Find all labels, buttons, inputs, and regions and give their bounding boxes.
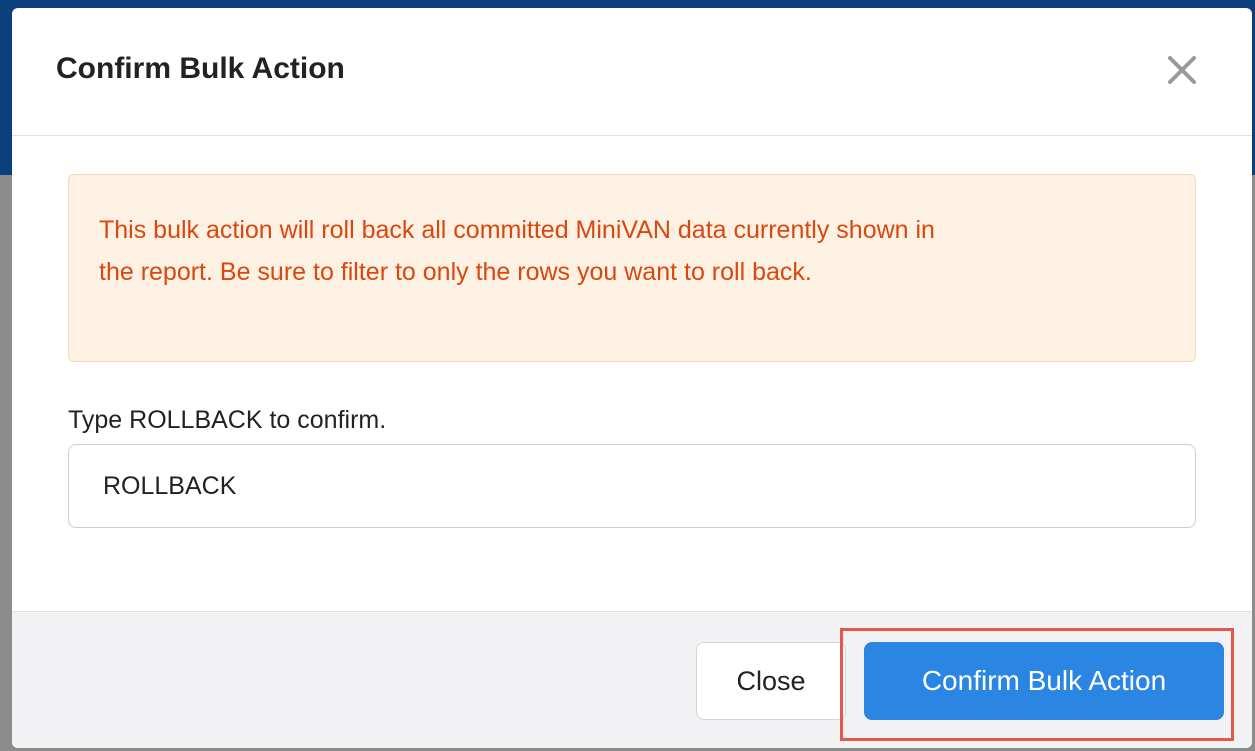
- confirm-bulk-action-modal: Confirm Bulk Action This bulk action wil…: [12, 8, 1252, 748]
- confirm-bulk-action-button[interactable]: Confirm Bulk Action: [864, 642, 1224, 720]
- close-icon-svg: [1168, 56, 1196, 84]
- modal-title: Confirm Bulk Action: [56, 52, 345, 85]
- modal-header: Confirm Bulk Action: [12, 8, 1252, 136]
- confirm-rollback-input[interactable]: [68, 444, 1196, 528]
- confirm-field-label: Type ROLLBACK to confirm.: [68, 406, 387, 434]
- warning-alert-text: This bulk action will roll back all comm…: [99, 216, 935, 286]
- close-button[interactable]: Close: [696, 642, 846, 720]
- warning-alert: This bulk action will roll back all comm…: [68, 174, 1196, 362]
- modal-footer: Close Confirm Bulk Action: [12, 611, 1252, 748]
- close-icon[interactable]: [1164, 52, 1200, 88]
